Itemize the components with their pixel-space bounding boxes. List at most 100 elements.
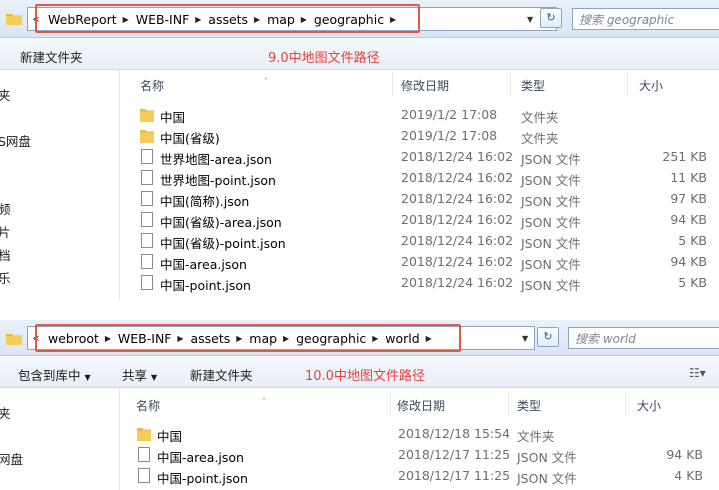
file-row[interactable]: 中国(省级)-area.json 2018/12/24 16:02 JSON 文件 9…	[0, 209, 719, 230]
folder-icon	[140, 109, 154, 122]
divider	[0, 300, 719, 320]
file-type: 文件夹	[521, 131, 559, 146]
file-type: JSON 文件	[517, 471, 577, 486]
file-name: 世界地图-area.json	[160, 152, 272, 167]
nav-item[interactable]: 夹	[0, 403, 11, 422]
file-name: 中国(省级)-point.json	[160, 236, 286, 251]
file-name: 中国	[157, 429, 183, 444]
sort-indicator-icon: ˄	[262, 397, 266, 406]
file-type: JSON 文件	[521, 257, 581, 272]
file-type: JSON 文件	[521, 194, 581, 209]
toolbar: 新建文件夹 9.0中地图文件路径	[0, 38, 719, 70]
column-size-header[interactable]: 大小	[637, 397, 661, 414]
file-row[interactable]: 世界地图-point.json 2018/12/24 16:02 JSON 文件 11…	[0, 167, 719, 188]
column-name-header[interactable]: 名称	[140, 77, 164, 94]
file-icon	[138, 468, 150, 483]
file-row[interactable]: 中国 2019/1/2 17:08 文件夹	[0, 104, 719, 125]
file-date: 2018/12/24 16:02	[401, 170, 514, 185]
file-date: 2018/12/24 16:02	[401, 233, 514, 248]
file-size: 94 KB	[670, 254, 707, 269]
address-highlight	[35, 4, 420, 33]
toolbar: 包含到库中 ▼ 共享 ▼ 新建文件夹 10.0中地图文件路径 ☷▾	[0, 356, 719, 388]
include-in-library-button[interactable]: 包含到库中 ▼	[18, 365, 91, 384]
file-icon	[141, 212, 153, 227]
file-size: 5 KB	[678, 275, 707, 290]
column-header: ˄ 名称 修改日期 类型 大小	[120, 392, 719, 416]
column-type-header[interactable]: 类型	[517, 397, 541, 414]
file-date: 2018/12/24 16:02	[401, 275, 514, 290]
refresh-icon[interactable]: ↻	[540, 8, 562, 28]
file-size: 94 KB	[666, 447, 703, 462]
sort-indicator-icon: ˄	[264, 77, 268, 86]
annotation-label: 9.0中地图文件路径	[268, 51, 380, 66]
file-date: 2018/12/24 16:02	[401, 212, 514, 227]
file-size: 97 KB	[670, 191, 707, 206]
view-options-icon[interactable]: ☷▾	[689, 366, 707, 380]
file-row[interactable]: 世界地图-area.json 2018/12/24 16:02 JSON 文件 251…	[0, 146, 719, 167]
search-input[interactable]: 搜索 world	[568, 327, 719, 349]
file-row[interactable]: 中国(省级) 2019/1/2 17:08 文件夹	[0, 125, 719, 146]
file-row[interactable]: 中国-area.json 2018/12/17 11:25 JSON 文件 94 KB	[0, 444, 719, 465]
file-type: 文件夹	[521, 110, 559, 125]
file-date: 2019/1/2 17:08	[401, 107, 498, 122]
file-type: JSON 文件	[521, 152, 581, 167]
address-dropdown-icon[interactable]: ▼	[527, 15, 533, 24]
file-name: 世界地图-point.json	[160, 173, 276, 188]
file-name: 中国(省级)	[160, 131, 220, 146]
file-icon	[141, 275, 153, 290]
file-date: 2018/12/24 16:02	[401, 254, 514, 269]
file-icon	[138, 447, 150, 462]
file-size: 5 KB	[678, 233, 707, 248]
address-highlight	[35, 324, 461, 352]
column-date-header[interactable]: 修改日期	[397, 397, 445, 414]
file-type: JSON 文件	[521, 173, 581, 188]
file-type: JSON 文件	[521, 236, 581, 251]
bottom-explorer-window: « webroot ▶ WEB-INF ▶ assets ▶ map ▶ geograp…	[0, 320, 719, 490]
search-input[interactable]: 搜索 geographic	[572, 8, 719, 30]
folder-icon	[6, 334, 22, 345]
file-type: JSON 文件	[521, 278, 581, 293]
file-row[interactable]: 中国(简称).json 2018/12/24 16:02 JSON 文件 97 KB	[0, 188, 719, 209]
top-explorer-window: « WebReport ▶ WEB-INF ▶ assets ▶ map ▶ geogr…	[0, 0, 719, 300]
file-size: 4 KB	[674, 468, 703, 483]
file-date: 2019/1/2 17:08	[401, 128, 498, 143]
chevron-down-icon: ▼	[84, 373, 91, 382]
address-bar-row: « webroot ▶ WEB-INF ▶ assets ▶ map ▶ geograp…	[0, 320, 719, 356]
file-type: 文件夹	[517, 429, 555, 444]
file-name: 中国-area.json	[157, 450, 244, 465]
annotation-label: 10.0中地图文件路径	[305, 369, 425, 384]
file-date: 2018/12/24 16:02	[401, 191, 514, 206]
file-row[interactable]: 中国-area.json 2018/12/24 16:02 JSON 文件 94 KB	[0, 251, 719, 272]
column-size-header[interactable]: 大小	[639, 77, 663, 94]
column-header: ˄ 名称 修改日期 类型 大小	[122, 72, 719, 96]
file-date: 2018/12/24 16:02	[401, 149, 514, 164]
column-type-header[interactable]: 类型	[521, 77, 545, 94]
new-folder-button[interactable]: 新建文件夹	[20, 47, 83, 66]
address-bar-row: « WebReport ▶ WEB-INF ▶ assets ▶ map ▶ geogr…	[0, 0, 719, 38]
file-size: 251 KB	[662, 149, 707, 164]
file-date: 2018/12/17 11:25	[398, 447, 511, 462]
nav-item[interactable]: 夹	[0, 85, 11, 104]
file-icon	[141, 149, 153, 164]
file-icon	[141, 191, 153, 206]
file-name: 中国	[160, 110, 186, 125]
column-date-header[interactable]: 修改日期	[401, 77, 449, 94]
file-row[interactable]: 中国 2018/12/18 15:54 文件夹	[0, 423, 719, 444]
file-row[interactable]: 中国-point.json 2018/12/24 16:02 JSON 文件 5 KB	[0, 272, 719, 293]
file-name: 中国-area.json	[160, 257, 247, 272]
file-name: 中国-point.json	[157, 471, 248, 486]
file-type: JSON 文件	[521, 215, 581, 230]
file-name: 中国(省级)-area.json	[160, 215, 282, 230]
refresh-icon[interactable]: ↻	[537, 327, 559, 347]
new-folder-button[interactable]: 新建文件夹	[190, 365, 253, 384]
column-name-header[interactable]: 名称	[136, 397, 160, 414]
share-button[interactable]: 共享 ▼	[122, 365, 157, 384]
file-row[interactable]: 中国(省级)-point.json 2018/12/24 16:02 JSON 文件…	[0, 230, 719, 251]
file-icon	[141, 233, 153, 248]
file-date: 2018/12/18 15:54	[398, 426, 511, 441]
file-icon	[141, 170, 153, 185]
file-row[interactable]: 中国-point.json 2018/12/17 11:25 JSON 文件 4 KB	[0, 465, 719, 486]
address-dropdown-icon[interactable]: ▼	[522, 334, 528, 343]
file-size: 94 KB	[670, 212, 707, 227]
file-size: 11 KB	[670, 170, 707, 185]
